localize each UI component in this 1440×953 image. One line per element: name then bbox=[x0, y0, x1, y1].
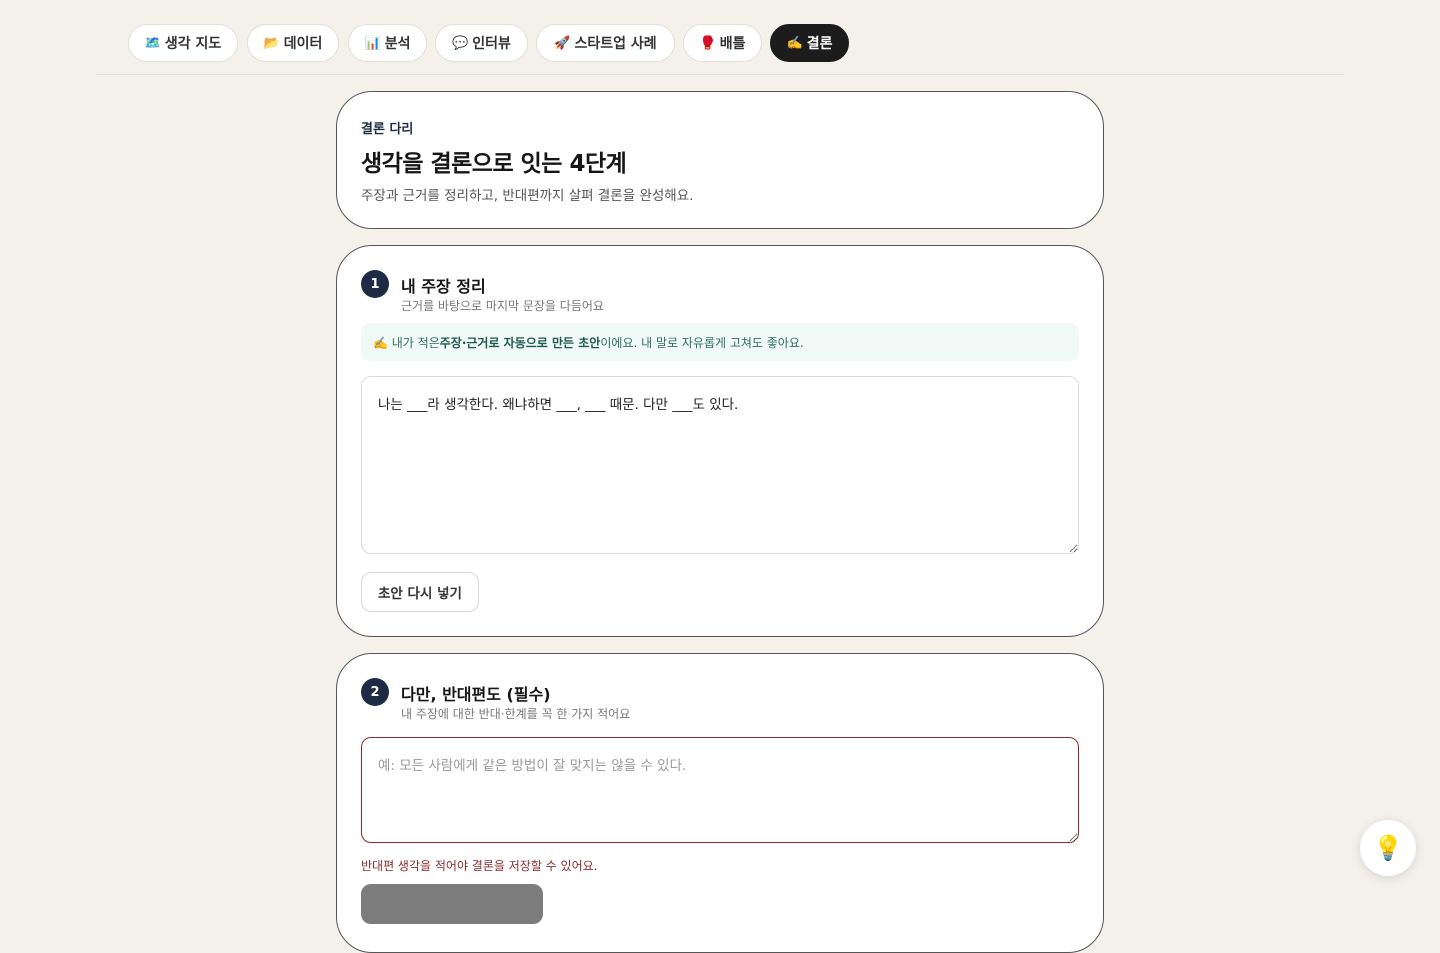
speech-bubble-icon: 💬 bbox=[452, 35, 469, 51]
tab-battle[interactable]: 🥊 배틀 bbox=[683, 24, 762, 62]
tab-mind-map[interactable]: 🗺️ 생각 지도 bbox=[128, 24, 238, 62]
step-card-counter: 2 다만, 반대편도 (필수) 내 주장에 대한 반대·한계를 꼭 한 가지 적… bbox=[336, 653, 1104, 953]
hero-card: 결론 다리 생각을 결론으로 잇는 4단계 주장과 근거를 정리하고, 반대편까… bbox=[336, 91, 1104, 229]
boxing-glove-icon: 🥊 bbox=[699, 35, 716, 51]
tab-analysis[interactable]: 📊 분석 bbox=[348, 24, 427, 62]
counterargument-textarea[interactable] bbox=[361, 737, 1079, 843]
tab-label: 결론 bbox=[806, 36, 833, 52]
step-subtitle: 근거를 바탕으로 마지막 문장을 다듬어요 bbox=[401, 299, 604, 313]
save-conclusion-button[interactable] bbox=[361, 884, 543, 924]
claim-textarea[interactable]: 나는 ___라 생각한다. 왜냐하면 ___, ___ 때문. 다만 ___도 … bbox=[361, 376, 1079, 554]
step-subtitle: 내 주장에 대한 반대·한계를 꼭 한 가지 적어요 bbox=[401, 707, 631, 721]
step-title: 내 주장 정리 bbox=[401, 277, 486, 296]
tab-label: 데이터 bbox=[283, 36, 323, 52]
note-bold: 주장·근거로 자동으로 만든 초안 bbox=[439, 335, 601, 350]
map-icon: 🗺️ bbox=[144, 35, 161, 51]
tab-conclusion[interactable]: ✍️ 결론 bbox=[770, 24, 849, 62]
tab-label: 인터뷰 bbox=[472, 36, 511, 52]
reset-draft-button[interactable]: 초안 다시 넣기 bbox=[361, 572, 479, 612]
folder-icon: 📂 bbox=[263, 35, 280, 51]
step-number: 2 bbox=[361, 678, 389, 706]
bar-chart-icon: 📊 bbox=[364, 35, 381, 51]
hero-eyebrow: 결론 다리 bbox=[361, 122, 414, 137]
step-card-claim: 1 내 주장 정리 근거를 바탕으로 마지막 문장을 다듬어요 ✍️ 내가 적은… bbox=[336, 245, 1104, 637]
hint-button[interactable]: 💡 bbox=[1360, 820, 1416, 876]
draft-note: ✍️ 내가 적은 주장·근거로 자동으로 만든 초안 이에요. 내 말로 자유롭게… bbox=[361, 323, 1079, 361]
tab-bar: 🗺️ 생각 지도 📂 데이터 📊 분석 💬 인터뷰 🚀 스타트업 사례 🥊 배틀… bbox=[96, 0, 1344, 75]
lightbulb-icon: 💡 bbox=[1373, 834, 1403, 862]
note-suffix: 이에요. 내 말로 자유롭게 고쳐도 좋아요. bbox=[600, 335, 804, 350]
step-title: 다만, 반대편도 (필수) bbox=[401, 685, 551, 704]
tab-label: 분석 bbox=[384, 36, 411, 52]
writing-hand-icon: ✍️ bbox=[786, 35, 803, 51]
tab-data[interactable]: 📂 데이터 bbox=[247, 24, 339, 62]
tab-label: 배틀 bbox=[719, 36, 746, 52]
page-title: 생각을 결론으로 잇는 4단계 bbox=[361, 151, 627, 177]
tab-interview[interactable]: 💬 인터뷰 bbox=[435, 24, 528, 62]
tab-label: 스타트업 사례 bbox=[574, 36, 657, 52]
page-subtitle: 주장과 근거를 정리하고, 반대편까지 살펴 결론을 완성해요. bbox=[361, 188, 694, 204]
note-prefix: ✍️ 내가 적은 bbox=[373, 335, 440, 350]
tab-startup-cases[interactable]: 🚀 스타트업 사례 bbox=[536, 24, 675, 62]
rocket-icon: 🚀 bbox=[554, 35, 571, 51]
tab-label: 생각 지도 bbox=[164, 36, 222, 52]
step-number: 1 bbox=[361, 270, 389, 298]
error-message: 반대편 생각을 적어야 결론을 저장할 수 있어요. bbox=[361, 859, 598, 873]
